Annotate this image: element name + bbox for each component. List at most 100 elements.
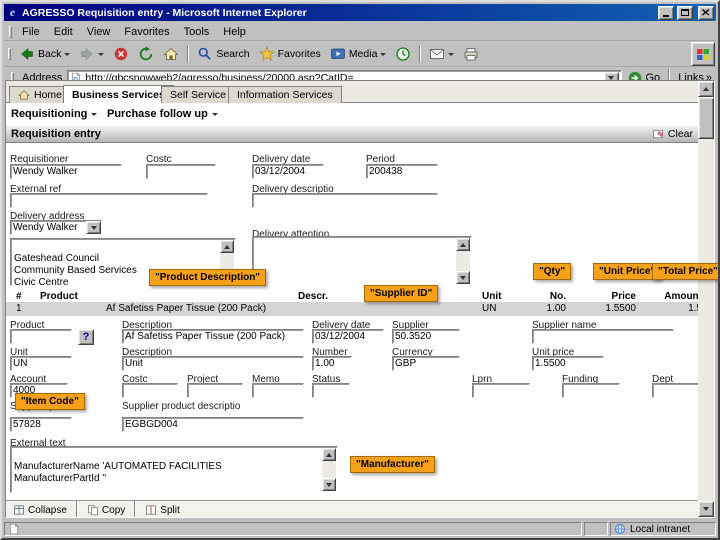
menu-view[interactable]: View [80,25,118,39]
scroll-up-button[interactable] [456,238,470,251]
supplier-product-input[interactable] [10,417,72,432]
throbber [691,42,715,66]
grid-col-amount[interactable]: Amount [646,291,698,302]
home-button[interactable] [159,43,183,65]
print-icon [465,48,478,61]
scroll-up-button[interactable] [698,81,714,97]
requisitioner-input[interactable] [10,164,122,179]
collapse-button[interactable]: Collapse [9,503,71,517]
annotation-product-description: "Product Description" [149,269,267,286]
annotation-manufacturer: "Manufacturer" [350,456,435,473]
maximize-button[interactable] [677,5,693,20]
nav-purchase-follow-up[interactable]: Purchase follow up [107,106,218,122]
scroll-down-button[interactable] [456,271,470,284]
annotation-item-code: "Item Code" [15,393,85,410]
menu-help[interactable]: Help [216,25,253,39]
costc-input[interactable] [146,164,216,179]
delivery-address-select[interactable]: Wendy Walker [10,220,102,235]
supplier-product-descr-input[interactable] [122,417,304,432]
close-button[interactable] [698,5,714,20]
textarea-scrollbar[interactable] [322,448,336,491]
funding-input[interactable] [562,383,620,398]
scroll-down-button[interactable] [322,478,336,491]
clear-button[interactable]: Clear [652,128,693,140]
forward-icon [81,47,94,61]
detail-costc-input[interactable] [122,383,178,398]
mail-button[interactable] [425,43,458,65]
back-button[interactable]: Back [15,43,74,65]
grid-col-unit[interactable]: Unit [482,291,501,302]
minimize-button[interactable] [658,5,674,20]
toolbar-separator [419,45,422,63]
number-input[interactable] [312,356,352,371]
tab-home[interactable]: Home [9,86,72,103]
favorites-button[interactable]: Favorites [255,43,325,65]
product-help-button[interactable]: ? [78,329,94,345]
copy-button[interactable]: Copy [83,503,129,517]
forward-button[interactable] [75,43,108,65]
external-ref-input[interactable] [10,193,208,208]
history-button[interactable] [391,43,415,65]
external-text-textarea[interactable]: ManufacturerName 'AUTOMATED FACILITIES M… [10,446,338,493]
textarea-scrollbar[interactable] [456,238,470,284]
scroll-up-button[interactable] [220,240,234,253]
period-input[interactable] [366,164,438,179]
delivery-attention-textarea[interactable] [252,236,472,286]
favorites-label: Favorites [277,48,321,60]
grid-col-descr[interactable]: Descr. [298,291,328,302]
nav-requisitioning[interactable]: Requisitioning [11,106,98,122]
grid-col-hash[interactable]: # [16,291,22,302]
chevron-down-icon [91,112,98,116]
row-price: 1.5500 [605,303,636,314]
delivery-date-input[interactable] [252,164,324,179]
page-scrollbar[interactable] [698,81,714,517]
tab-business-services[interactable]: Business Services [63,85,174,103]
grid-col-product[interactable]: Product [40,291,78,302]
footer-separator [134,501,137,517]
menu-tools[interactable]: Tools [177,25,217,39]
supplier-name-input[interactable] [532,329,674,344]
toolbar-grip [8,48,11,60]
media-button[interactable]: Media [326,43,391,65]
combo-dropdown-button[interactable] [86,221,101,234]
delivery-descriptio-input[interactable] [252,193,438,208]
collapse-icon [14,505,24,515]
description-input[interactable] [122,329,304,344]
document-icon [9,523,19,535]
maximize-icon [681,9,689,16]
scroll-down-button[interactable] [698,501,714,517]
chevron-down-icon [380,52,387,56]
scrollbar-thumb[interactable] [698,97,714,139]
search-button[interactable]: Search [193,43,253,65]
stop-button[interactable] [109,43,133,65]
detail-delivery-date-input[interactable] [312,329,384,344]
grid-col-price[interactable]: Price [581,291,636,302]
currency-input[interactable] [392,356,460,371]
lprn-input[interactable] [472,383,530,398]
memo-input[interactable] [252,383,304,398]
supplier-input[interactable] [392,329,460,344]
menu-edit[interactable]: Edit [47,25,80,39]
tab-information-services[interactable]: Information Services [228,86,342,103]
project-input[interactable] [187,383,243,398]
dept-input[interactable] [652,383,698,398]
page-title-bar: Requisition entry Clear [6,125,698,143]
status-input[interactable] [312,383,350,398]
scroll-up-icon [460,242,466,247]
menu-file[interactable]: File [15,25,47,39]
unit-input[interactable] [10,356,72,371]
menu-favorites[interactable]: Favorites [117,25,176,39]
tab-self-service[interactable]: Self Service [161,86,236,103]
scroll-up-button[interactable] [322,448,336,461]
refresh-button[interactable] [134,43,158,65]
grid-col-no[interactable]: No. [511,291,566,302]
unit-price-input[interactable] [532,356,604,371]
split-button[interactable]: Split [141,503,183,517]
clear-label: Clear [667,128,693,140]
print-button[interactable] [459,43,483,65]
home-icon [163,47,179,60]
status-zone-panel: Local intranet [610,522,716,536]
page-viewport: Home Business Services Self Service Info… [5,80,715,518]
unit-description-input[interactable] [122,356,304,371]
product-input[interactable] [10,329,72,344]
